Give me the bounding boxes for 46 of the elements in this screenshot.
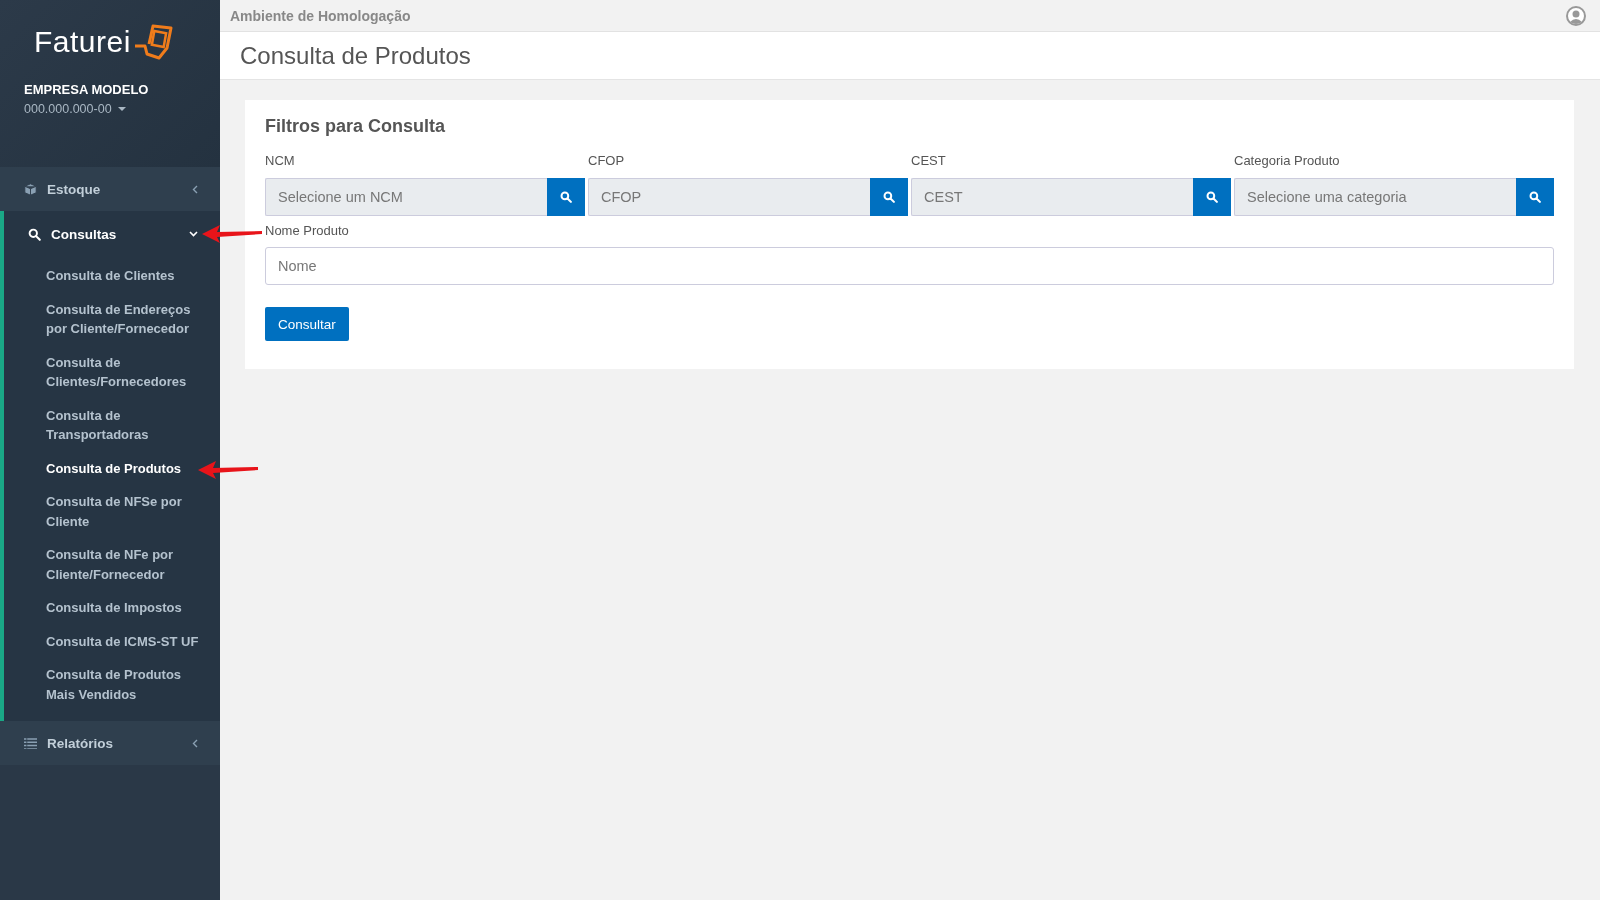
submenu-item[interactable]: Consulta de Produtos Mais Vendidos [4, 658, 208, 711]
submenu-item[interactable]: Consulta de Transportadoras [4, 398, 208, 452]
lookup-field[interactable]: Selecione uma categoria [1234, 178, 1516, 216]
search-icon [560, 191, 572, 203]
search-button[interactable] [1516, 178, 1554, 216]
menu-item[interactable]: Relatórios [0, 721, 220, 765]
field-label: Categoria Produto [1234, 153, 1341, 168]
lookup-field[interactable]: CEST [911, 178, 1193, 216]
logo-text: Faturei [34, 25, 131, 59]
lookup-field[interactable]: CFOP [588, 178, 870, 216]
page-title: Consulta de Produtos [240, 41, 471, 70]
submenu-item[interactable]: Consulta de ICMS-ST UF [4, 624, 207, 658]
logo-icon [132, 24, 173, 60]
lookup-field[interactable]: Selecione um NCM [265, 178, 547, 216]
consultar-button[interactable]: Consultar [265, 307, 349, 341]
submenu-item[interactable]: Consulta de Clientes/Fornecedores [4, 345, 208, 399]
submenu-item[interactable]: Consulta de NFSe por Cliente [4, 485, 208, 538]
name-input-field[interactable]: Nome [265, 247, 1554, 285]
submenu-item[interactable]: Consulta de NFe por Cliente/Fornecedor [4, 538, 208, 591]
menu-item[interactable]: Estoque [0, 167, 220, 211]
submenu-item[interactable]: Consulta de Endereços por Cliente/Fornecedor [4, 292, 208, 346]
chevron-left-icon [192, 184, 198, 194]
search-icon [883, 191, 895, 203]
submenu-item[interactable]: Consulta de Impostos [4, 591, 190, 625]
search-icon [1206, 191, 1218, 203]
field-label: Nome Produto [265, 223, 350, 238]
chevron-left-icon [192, 738, 198, 748]
submenu-item[interactable]: Consulta de Produtos [4, 451, 190, 485]
chevron-down-icon [189, 231, 198, 237]
search-button[interactable] [870, 178, 908, 216]
field-label: CFOP [588, 153, 626, 168]
search-icon [28, 227, 41, 241]
user-avatar-icon[interactable] [1566, 5, 1586, 26]
card-title: Filtros para Consulta [265, 116, 447, 137]
search-button[interactable] [547, 178, 585, 216]
environment-label: Ambiente de Homologação [230, 7, 411, 24]
cube-icon [24, 182, 37, 196]
menu-item[interactable]: Consultas [0, 211, 220, 257]
search-button[interactable] [1193, 178, 1231, 216]
company-name: EMPRESA MODELO [24, 82, 150, 97]
list-icon [24, 737, 37, 749]
company-document-dropdown[interactable]: 000.000.000-00 [24, 102, 126, 116]
submenu-item[interactable]: Consulta de Clientes [4, 259, 183, 293]
field-label: CEST [911, 153, 947, 168]
search-icon [1529, 191, 1541, 203]
field-label: NCM [265, 153, 296, 168]
